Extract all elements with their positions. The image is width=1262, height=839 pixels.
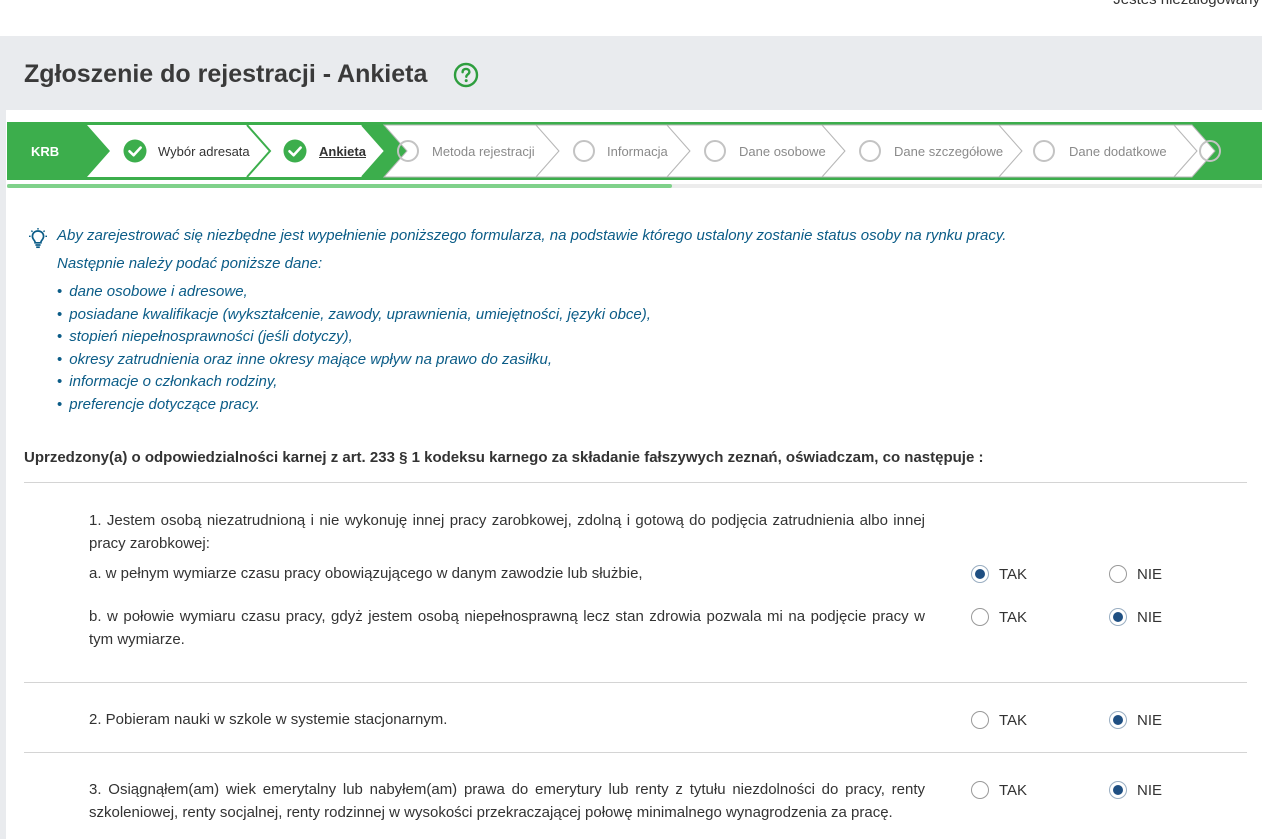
radio-label-tak: TAK [999, 608, 1028, 626]
lightbulb-icon [29, 228, 47, 249]
question-1b-tak-radio[interactable]: TAK [971, 608, 1027, 626]
wizard-progress-fill [7, 184, 673, 188]
list-item: okresy zatrudnienia oraz inne okresy maj… [57, 349, 651, 372]
wizard-step-dane-szczegolowe: Dane szczegółowe [894, 144, 1004, 159]
declaration-text: Uprzedzony(a) o odpowiedzialności karnej… [24, 449, 984, 466]
question-1-text: 1. Jestem osobą niezatrudnioną i nie wyk… [89, 512, 925, 552]
radio-selected-icon[interactable] [1109, 711, 1127, 729]
question-2-nie-radio[interactable]: NIE [1109, 711, 1162, 729]
question-1b-text: b. w połowie wymiaru czasu pracy, gdyż j… [89, 608, 925, 648]
title-bar: Zgłoszenie do rejestracji - Ankieta [0, 36, 1262, 110]
radio-label-nie: NIE [1137, 565, 1163, 583]
wizard-step-informacja: Informacja [607, 144, 668, 159]
question-3-text: 3. Osiągnąłem(am) wiek emerytalny lub na… [89, 781, 925, 821]
wizard-step-ankieta[interactable]: Ankieta [319, 144, 366, 159]
question-3-nie-radio[interactable]: NIE [1109, 781, 1162, 799]
page-title: Zgłoszenie do rejestracji - Ankieta [24, 60, 428, 88]
question-1a-text: a. w pełnym wymiarze czasu pracy obowiąz… [89, 565, 643, 582]
radio-selected-icon[interactable] [1109, 781, 1127, 799]
question-1b-nie-radio[interactable]: NIE [1109, 608, 1162, 626]
left-border [0, 110, 6, 839]
radio-label-tak: TAK [999, 565, 1028, 583]
radio-unselected-icon[interactable] [971, 781, 989, 799]
radio-label-nie: NIE [1137, 781, 1163, 799]
question-2-tak-radio[interactable]: TAK [971, 711, 1027, 729]
radio-selected-icon[interactable] [971, 565, 989, 583]
login-status: Jesteś niezalogowany [1113, 0, 1260, 8]
question-2-text: 2. Pobieram nauki w szkole w systemie st… [89, 711, 448, 728]
radio-label-nie: NIE [1137, 711, 1163, 729]
info-line-1: Aby zarejestrować się niezbędne jest wyp… [57, 227, 1007, 244]
wizard-progress-bar [7, 184, 1262, 188]
radio-selected-icon[interactable] [1109, 608, 1127, 626]
top-bar: Jesteś niezalogowany [0, 0, 1262, 36]
question-1a-tak-radio[interactable]: TAK [971, 565, 1027, 583]
radio-label-tak: TAK [999, 781, 1028, 799]
registration-wizard: KRB Wybór adresata Ankieta Metoda rejest… [7, 122, 1262, 180]
info-text: Aby zarejestrować się niezbędne jest wyp… [57, 226, 1006, 280]
wizard-step-krb[interactable]: KRB [31, 144, 59, 159]
radio-label-nie: NIE [1137, 608, 1163, 626]
list-item: dane osobowe i adresowe, [57, 281, 651, 304]
list-item: preferencje dotyczące pracy. [57, 394, 651, 417]
list-item: posiadane kwalifikacje (wykształcenie, z… [57, 304, 651, 327]
question-circle-icon[interactable] [453, 62, 479, 88]
wizard-step-wybor-adresata[interactable]: Wybór adresata [158, 144, 250, 159]
wizard-step-dane-osobowe: Dane osobowe [739, 144, 826, 159]
list-item: informacje o członkach rodziny, [57, 371, 651, 394]
info-line-2: Następnie należy podać poniższe dane: [57, 255, 323, 272]
divider [24, 482, 1247, 483]
radio-unselected-icon[interactable] [971, 608, 989, 626]
radio-unselected-icon[interactable] [971, 711, 989, 729]
info-list: dane osobowe i adresowe, posiadane kwali… [57, 281, 651, 417]
divider [24, 682, 1247, 683]
divider [24, 752, 1247, 753]
wizard-step-dane-dodatkowe: Dane dodatkowe [1069, 144, 1167, 159]
list-item: stopień niepełnosprawności (jeśli dotycz… [57, 326, 651, 349]
wizard-step-metoda-rejestracji: Metoda rejestracji [432, 144, 535, 159]
question-3-tak-radio[interactable]: TAK [971, 781, 1027, 799]
radio-unselected-icon[interactable] [1109, 565, 1127, 583]
question-1a-nie-radio[interactable]: NIE [1109, 565, 1162, 583]
radio-label-tak: TAK [999, 711, 1028, 729]
